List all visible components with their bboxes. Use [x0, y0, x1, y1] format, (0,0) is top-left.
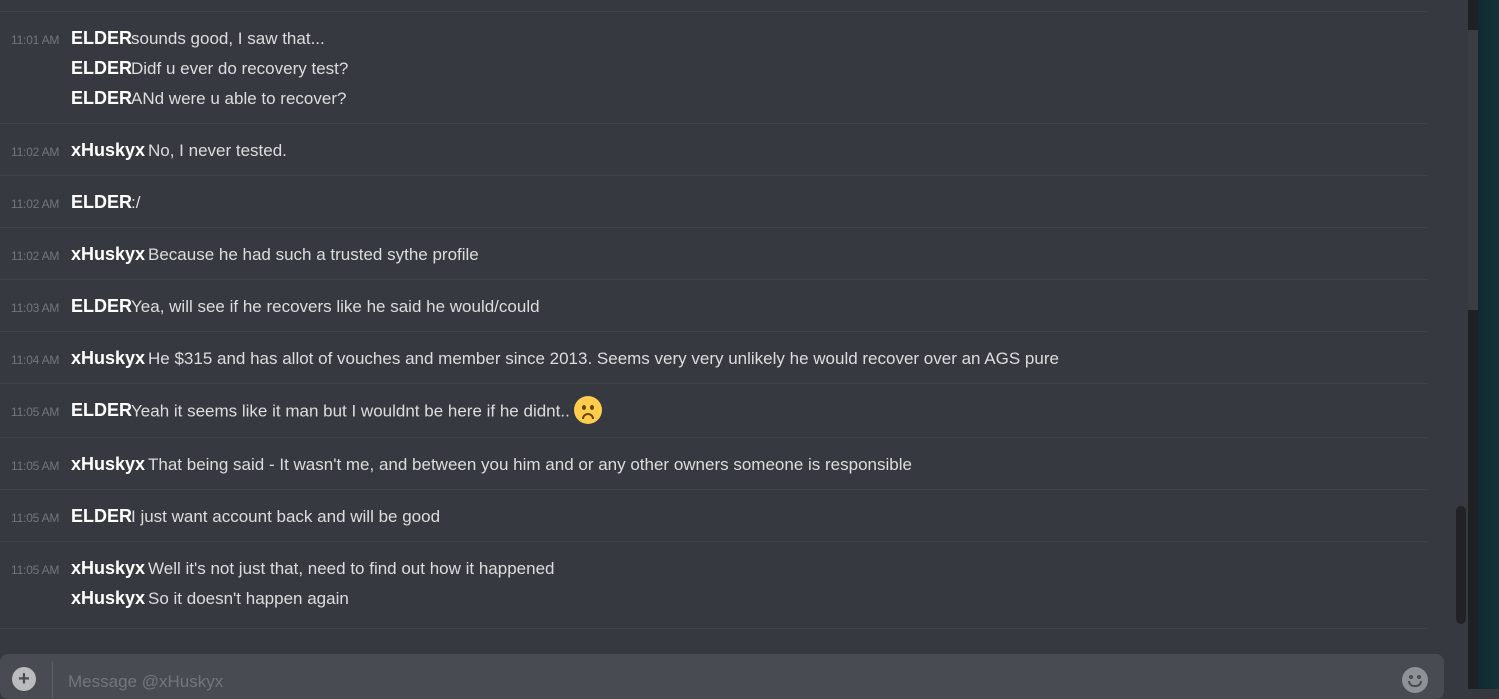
message-line[interactable]: 11:02 AM xHuskyx Because he had such a t… [0, 240, 1427, 270]
timestamp: 11:02 AM [11, 145, 60, 159]
side-scrollbar[interactable] [1468, 30, 1478, 310]
message-group: 11:01 AM ELDER sounds good, I saw that..… [0, 11, 1427, 124]
username[interactable]: ELDER [71, 400, 132, 421]
message-line[interactable]: ELDER Didf u ever do recovery test? [0, 54, 1427, 84]
username[interactable]: ELDER [71, 192, 132, 213]
smiley-icon[interactable] [1402, 667, 1428, 693]
message-text: I just want account back and will be goo… [131, 507, 441, 526]
message-text: Yea, will see if he recovers like he sai… [131, 297, 540, 316]
message-text: sounds good, I saw that... [131, 29, 325, 48]
message-line[interactable]: 11:05 AM ELDER Yeah it seems like it man… [0, 396, 1427, 426]
message-line[interactable]: 11:05 AM ELDER I just want account back … [0, 502, 1427, 532]
plus-circle-icon[interactable]: + [12, 667, 36, 691]
message-line[interactable]: 11:02 AM xHuskyx No, I never tested. [0, 136, 1427, 166]
message-text: ANd were u able to recover? [131, 89, 347, 108]
username[interactable]: ELDER [71, 296, 132, 317]
username[interactable]: xHuskyx [71, 140, 145, 161]
message-group: 11:03 AM ELDER Yea, will see if he recov… [0, 279, 1427, 332]
message-line[interactable]: 11:04 AM xHuskyx He $315 and has allot o… [0, 344, 1427, 374]
message-text: That being said - It wasn't me, and betw… [148, 455, 912, 474]
username[interactable]: xHuskyx [71, 348, 145, 369]
timestamp: 11:05 AM [11, 459, 60, 473]
message-line[interactable]: 11:01 AM ELDER sounds good, I saw that..… [0, 24, 1427, 54]
username[interactable]: xHuskyx [71, 588, 145, 609]
message-composer: + [0, 654, 1444, 699]
message-line[interactable]: 11:03 AM ELDER Yea, will see if he recov… [0, 292, 1427, 322]
username[interactable]: ELDER [71, 58, 132, 79]
message-text: Because he had such a trusted sythe prof… [148, 245, 479, 264]
message-group: 11:02 AM xHuskyx Because he had such a t… [0, 227, 1427, 280]
message-group: 11:05 AM ELDER I just want account back … [0, 489, 1427, 542]
timestamp: 11:05 AM [11, 563, 60, 577]
message-group: 11:05 AM xHuskyx Well it's not just that… [0, 541, 1427, 629]
message-text: He $315 and has allot of vouches and mem… [148, 349, 1059, 368]
timestamp: 11:01 AM [11, 33, 60, 47]
message-group: 11:02 AM xHuskyx No, I never tested. [0, 123, 1427, 176]
timestamp: 11:05 AM [11, 405, 60, 419]
chat-messages[interactable]: 11:01 AM ELDER sounds good, I saw that..… [0, 0, 1444, 640]
timestamp: 11:03 AM [11, 301, 60, 315]
message-text: :/ [131, 193, 141, 212]
scrollbar-thumb[interactable] [1456, 506, 1466, 624]
message-group: 11:05 AM xHuskyx That being said - It wa… [0, 437, 1427, 490]
message-line[interactable]: 11:05 AM xHuskyx Well it's not just that… [0, 554, 1427, 584]
username[interactable]: ELDER [71, 28, 132, 49]
timestamp: 11:04 AM [11, 353, 60, 367]
timestamp: 11:02 AM [11, 197, 60, 211]
message-text: Yeah it seems like it man but I wouldnt … [131, 396, 602, 426]
username[interactable]: xHuskyx [71, 558, 145, 579]
message-text-content: Yeah it seems like it man but I wouldnt … [131, 401, 570, 421]
timestamp: 11:02 AM [11, 249, 60, 263]
message-text: So it doesn't happen again [148, 589, 349, 608]
frowning-face-emoji [573, 396, 602, 424]
message-group: 11:04 AM xHuskyx He $315 and has allot o… [0, 331, 1427, 384]
message-line[interactable]: xHuskyx So it doesn't happen again [0, 584, 1427, 614]
message-line[interactable]: 11:02 AM ELDER :/ [0, 188, 1427, 218]
composer-divider [52, 662, 53, 698]
username[interactable]: xHuskyx [71, 244, 145, 265]
message-text: Well it's not just that, need to find ou… [148, 559, 555, 578]
message-group: 11:05 AM ELDER Yeah it seems like it man… [0, 383, 1427, 438]
message-line[interactable]: ELDER ANd were u able to recover? [0, 84, 1427, 114]
message-line[interactable]: 11:05 AM xHuskyx That being said - It wa… [0, 450, 1427, 480]
username[interactable]: ELDER [71, 88, 132, 109]
side-panel-edge [1468, 0, 1499, 689]
message-group: 11:02 AM ELDER :/ [0, 175, 1427, 228]
message-input[interactable] [66, 670, 1370, 694]
username[interactable]: ELDER [71, 506, 132, 527]
message-text: No, I never tested. [148, 141, 287, 160]
timestamp: 11:05 AM [11, 511, 60, 525]
username[interactable]: xHuskyx [71, 454, 145, 475]
message-text: Didf u ever do recovery test? [131, 59, 349, 78]
